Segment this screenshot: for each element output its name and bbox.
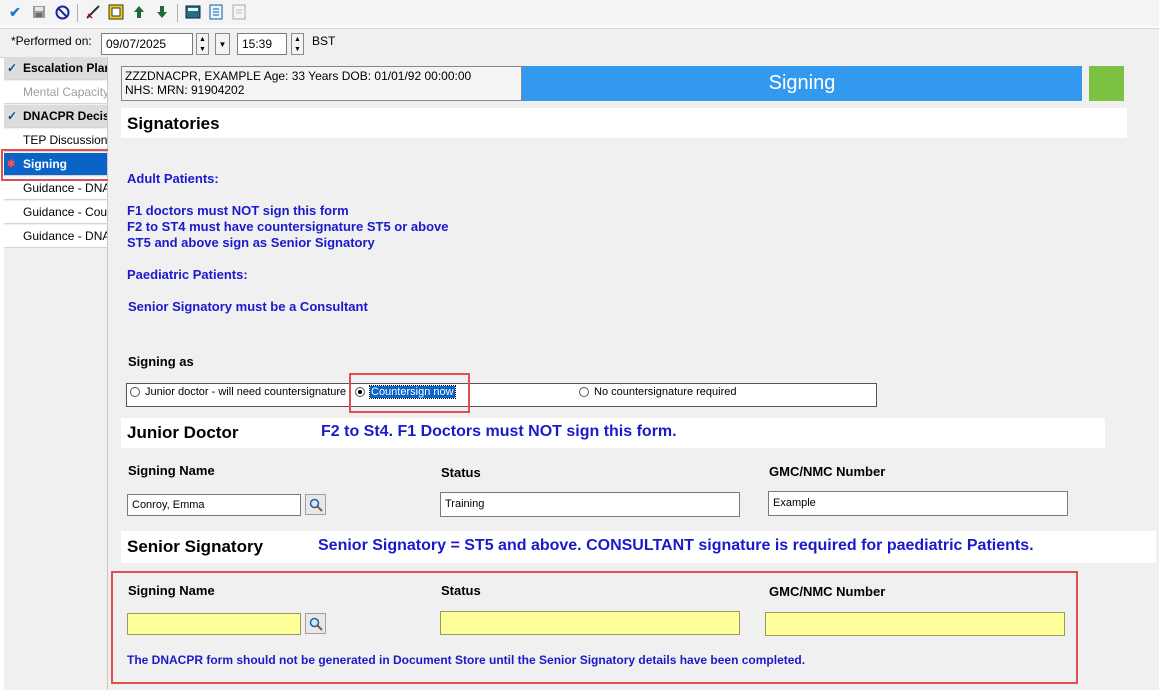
arrow-up-icon[interactable] [130,3,148,21]
radio-junior-doctor[interactable]: Junior doctor - will need countersignatu… [130,386,346,398]
senior-signatory-highlight [111,571,1078,684]
document-icon[interactable] [107,3,125,21]
radio-label: No countersignature required [594,386,737,398]
radio-button-icon [130,387,140,397]
junior-name-lookup-button[interactable] [305,494,326,515]
performed-on-label: *Performed on: [11,34,92,48]
check-icon: ✓ [7,109,18,123]
performed-time-input[interactable] [237,33,287,55]
junior-status-input[interactable] [440,492,740,517]
sidebar-item-mental-capacity: Mental Capacity A [4,81,107,104]
signing-as-label: Signing as [128,354,194,369]
performed-on-bar: *Performed on: ▲▼ ▼ ▲▼ BST [0,28,1159,58]
date-spinner[interactable]: ▲ ▼ [196,33,209,55]
junior-signing-name-label: Signing Name [128,463,215,478]
chevron-down-icon: ▼ [218,39,227,49]
magnifier-icon [309,498,323,512]
timezone-label: BST [312,34,336,48]
section-banner: Signing [522,66,1082,101]
patient-identifiers: NHS: MRN: 91904202 [125,83,245,97]
senior-signatory-note: Senior Signatory = ST5 and above. CONSUL… [318,537,1034,554]
sidebar-item-label: Guidance - Count [23,205,107,219]
senior-signatory-heading: Senior Signatory [127,537,264,556]
toolbar: ✔ [0,0,1159,26]
checkmark-icon[interactable]: ✔ [6,3,24,21]
signatories-band [121,108,1127,138]
sidebar-item-label: Guidance - DNAC [23,229,107,243]
checklist-icon[interactable] [207,3,225,21]
adult-guidance-line: F2 to ST4 must have countersignature ST5… [127,219,449,234]
sidebar-item-escalation-plan[interactable]: ✓ Escalation Plan [4,57,107,80]
patient-banner: ZZZDNACPR, EXAMPLE Age: 33 Years DOB: 01… [121,66,522,101]
sidebar-item-guidance-countersign[interactable]: Guidance - Count [4,201,107,224]
junior-doctor-heading: Junior Doctor [127,423,239,442]
page-icon [230,3,248,21]
paediatric-patients-heading: Paediatric Patients: [127,267,248,282]
radio-button-icon [579,387,589,397]
radio-label: Junior doctor - will need countersignatu… [145,386,347,398]
sidebar-item-label: Mental Capacity A [23,85,107,99]
adult-guidance-line: ST5 and above sign as Senior Signatory [127,235,375,250]
junior-gmc-label: GMC/NMC Number [769,464,886,479]
patient-demographics: ZZZDNACPR, EXAMPLE Age: 33 Years DOB: 01… [125,69,472,83]
toolbar-divider [177,4,178,22]
junior-signing-name-input[interactable] [127,494,301,516]
status-indicator [1089,66,1124,101]
junior-status-label: Status [441,465,481,480]
pen-icon[interactable] [84,3,102,21]
time-spinner[interactable]: ▲ ▼ [291,33,304,55]
cancel-icon[interactable] [53,3,71,21]
date-dropdown-button[interactable]: ▼ [215,33,230,55]
junior-gmc-input[interactable] [768,491,1068,516]
save-icon[interactable] [30,3,48,21]
sidebar-item-label: DNACPR Decisi [23,109,107,123]
signing-highlight [1,149,124,181]
countersign-highlight [349,373,470,413]
signatories-heading: Signatories [127,114,220,133]
calculator-icon[interactable] [184,3,202,21]
sidebar-item-dnacpr-decision[interactable]: ✓ DNACPR Decisi [4,105,107,128]
sidebar-item-label: Escalation Plan [23,61,107,75]
paediatric-guidance-line: Senior Signatory must be a Consultant [128,299,368,314]
adult-patients-heading: Adult Patients: [127,171,219,186]
toolbar-divider [77,4,78,22]
radio-no-countersignature[interactable]: No countersignature required [579,386,736,398]
sidebar-item-guidance-dnacpr-2[interactable]: Guidance - DNAC [4,225,107,248]
adult-guidance-line: F1 doctors must NOT sign this form [127,203,349,218]
performed-date-input[interactable] [101,33,193,55]
junior-doctor-note: F2 to St4. F1 Doctors must NOT sign this… [321,423,677,440]
check-icon: ✓ [7,61,18,75]
arrow-down-icon[interactable] [153,3,171,21]
